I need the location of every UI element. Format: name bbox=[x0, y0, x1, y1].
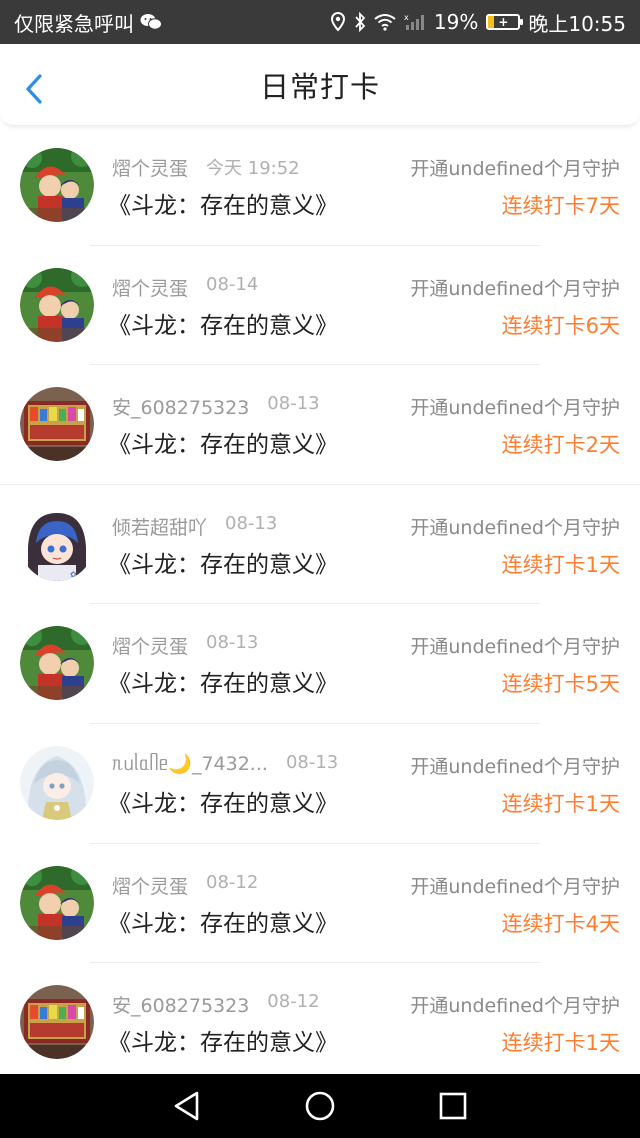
avatar[interactable] bbox=[20, 745, 94, 820]
location-icon bbox=[330, 12, 346, 32]
battery-icon: + bbox=[486, 14, 524, 30]
book-title: 《斗龙：存在的意义》 bbox=[108, 551, 338, 578]
signal-icon: x bbox=[404, 13, 426, 31]
user-name[interactable]: ᥰᥙᥣᥲᥥᥱ🌙_7432... bbox=[112, 752, 268, 775]
checkin-time: 08-14 bbox=[206, 273, 259, 295]
user-name[interactable]: 熠个灵蛋 bbox=[112, 274, 188, 301]
checkin-time: 08-13 bbox=[285, 751, 339, 773]
nav-recents-button[interactable] bbox=[423, 1076, 483, 1136]
book-title: 《斗龙：存在的意义》 bbox=[108, 1030, 338, 1057]
checkin-row[interactable]: 熠个灵蛋 08-12 《斗龙：存在的意义》 开通undefined个月守护 连续… bbox=[0, 844, 640, 964]
guard-text: 开通undefined个月守护 bbox=[410, 277, 620, 300]
checkin-time: 08-12 bbox=[267, 991, 320, 1013]
recents-square-icon bbox=[440, 1092, 467, 1120]
clock: 晚上10:55 bbox=[528, 11, 626, 36]
checkin-time: 08-12 bbox=[206, 871, 259, 893]
streak-text: 连续打卡2天 bbox=[501, 433, 620, 458]
streak-text: 连续打卡1天 bbox=[501, 1031, 620, 1056]
row-meta: 熠个灵蛋 08-13 bbox=[112, 632, 258, 659]
guard-text: 开通undefined个月守护 bbox=[410, 516, 620, 539]
checkin-time: 08-13 bbox=[267, 393, 320, 415]
status-bar: 仅限紧急呼叫 x 19% + 晚上10:55 bbox=[0, 0, 640, 44]
avatar[interactable] bbox=[20, 985, 94, 1060]
user-name[interactable]: 熠个灵蛋 bbox=[112, 872, 188, 899]
svg-text:x: x bbox=[404, 13, 409, 22]
guard-text: 开通undefined个月守护 bbox=[410, 995, 620, 1018]
row-meta: 安_608275323 08-12 bbox=[112, 991, 320, 1018]
book-title: 《斗龙：存在的意义》 bbox=[108, 790, 338, 817]
guard-text: 开通undefined个月守护 bbox=[410, 397, 620, 420]
back-triangle-icon bbox=[174, 1091, 198, 1121]
checkin-row[interactable]: 安_608275323 08-12 《斗龙：存在的意义》 开通undefined… bbox=[0, 963, 640, 1083]
streak-text: 连续打卡7天 bbox=[501, 194, 620, 218]
guard-text: 开通undefined个月守护 bbox=[410, 875, 620, 898]
avatar[interactable] bbox=[20, 865, 94, 940]
checkin-time: 08-13 bbox=[225, 512, 278, 534]
user-name[interactable]: 安_608275323 bbox=[112, 393, 249, 420]
chevron-left-icon bbox=[26, 74, 42, 104]
battery-percent: 19% bbox=[433, 10, 479, 34]
streak-text: 连续打卡1天 bbox=[501, 791, 620, 816]
wifi-icon bbox=[374, 13, 396, 31]
avatar[interactable] bbox=[20, 626, 94, 701]
wechat-icon bbox=[140, 13, 162, 31]
checkin-time: 08-13 bbox=[206, 632, 259, 654]
home-circle-icon bbox=[305, 1091, 335, 1121]
guard-text: 开通undefined个月守护 bbox=[410, 158, 620, 180]
checkin-row[interactable]: ✿ 倾若超甜吖 08-13 《斗龙：存在的意义》 开通undefined个月守护… bbox=[0, 485, 640, 605]
user-name[interactable]: 倾若超甜吖 bbox=[112, 513, 207, 540]
checkin-time: 今天 19:52 bbox=[206, 158, 300, 179]
user-name[interactable]: 安_608275323 bbox=[112, 991, 249, 1018]
avatar[interactable] bbox=[20, 267, 94, 342]
row-meta: 安_608275323 08-13 bbox=[112, 393, 320, 420]
avatar[interactable]: ✿ bbox=[20, 506, 94, 581]
back-button[interactable] bbox=[18, 72, 50, 106]
guard-text: 开通undefined个月守护 bbox=[410, 636, 620, 659]
book-title: 《斗龙：存在的意义》 bbox=[108, 312, 338, 339]
row-meta: 倾若超甜吖 08-13 bbox=[112, 513, 277, 540]
avatar[interactable] bbox=[20, 387, 94, 462]
nav-back-button[interactable] bbox=[157, 1076, 217, 1136]
book-title: 《斗龙：存在的意义》 bbox=[108, 432, 338, 459]
bluetooth-icon bbox=[354, 12, 366, 32]
svg-text:✿: ✿ bbox=[70, 570, 77, 579]
streak-text: 连续打卡5天 bbox=[501, 672, 620, 697]
user-name[interactable]: 熠个灵蛋 bbox=[112, 154, 188, 181]
book-title: 《斗龙：存在的意义》 bbox=[108, 671, 338, 698]
book-title: 《斗龙：存在的意义》 bbox=[108, 910, 338, 937]
row-meta: 熠个灵蛋 08-14 bbox=[112, 274, 258, 301]
book-title: 《斗龙：存在的意义》 bbox=[108, 193, 338, 219]
carrier-text: 仅限紧急呼叫 bbox=[14, 11, 134, 36]
streak-text: 连续打卡6天 bbox=[501, 313, 620, 338]
streak-text: 连续打卡4天 bbox=[501, 911, 620, 936]
checkin-row[interactable]: 安_608275323 08-13 《斗龙：存在的意义》 开通undefined… bbox=[0, 365, 640, 485]
guard-text: 开通undefined个月守护 bbox=[410, 755, 620, 778]
row-meta: 熠个灵蛋 今天 19:52 bbox=[112, 154, 300, 181]
system-nav-bar bbox=[0, 1074, 640, 1138]
checkin-row[interactable]: 熠个灵蛋 08-13 《斗龙：存在的意义》 开通undefined个月守护 连续… bbox=[0, 604, 640, 724]
checkin-row[interactable]: 熠个灵蛋 08-14 《斗龙：存在的意义》 开通undefined个月守护 连续… bbox=[0, 246, 640, 366]
checkin-row[interactable]: 熠个灵蛋 今天 19:52 《斗龙：存在的意义》 开通undefined个月守护… bbox=[0, 126, 640, 246]
nav-home-button[interactable] bbox=[290, 1076, 350, 1136]
row-meta: ᥰᥙᥣᥲᥥᥱ🌙_7432... 08-13 bbox=[112, 752, 338, 775]
page-title: 日常打卡 bbox=[259, 69, 380, 104]
checkin-row[interactable]: ᥰᥙᥣᥲᥥᥱ🌙_7432... 08-13 《斗龙：存在的意义》 开通undef… bbox=[0, 724, 640, 844]
checkin-list: 熠个灵蛋 今天 19:52 《斗龙：存在的意义》 开通undefined个月守护… bbox=[0, 126, 640, 1083]
header: 日常打卡 bbox=[0, 44, 640, 126]
avatar[interactable] bbox=[20, 148, 94, 222]
user-name[interactable]: 熠个灵蛋 bbox=[112, 632, 188, 659]
row-meta: 熠个灵蛋 08-12 bbox=[112, 872, 258, 899]
streak-text: 连续打卡1天 bbox=[501, 552, 620, 577]
